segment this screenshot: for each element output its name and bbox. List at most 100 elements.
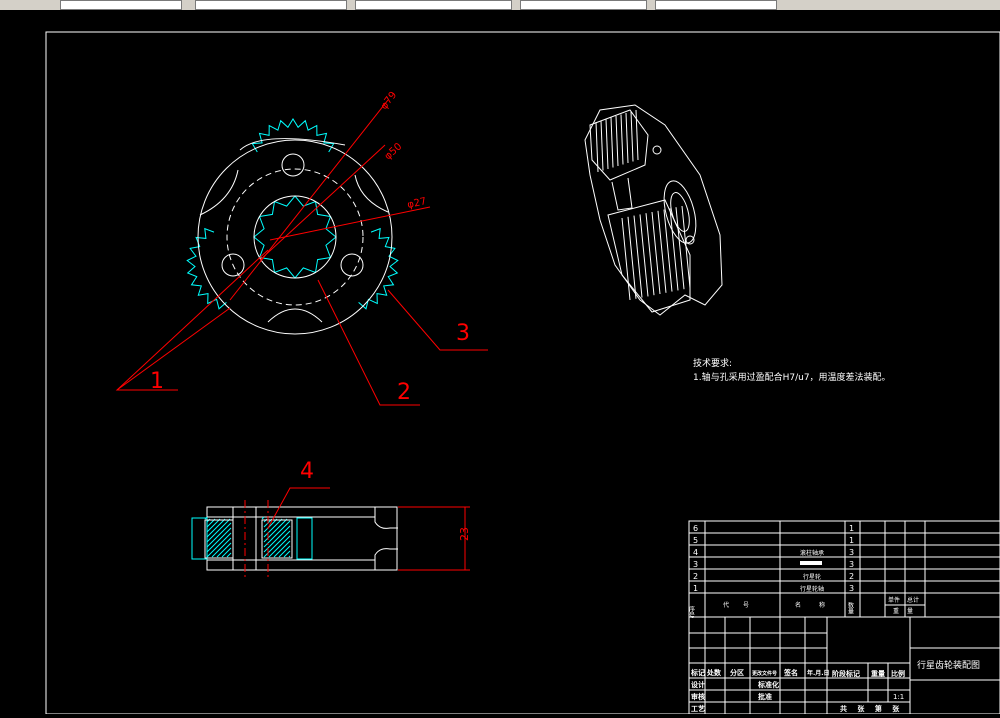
dim-label-d27: φ27 bbox=[406, 196, 427, 211]
side-body bbox=[206, 506, 398, 571]
carrier-recess-bottom bbox=[267, 308, 323, 323]
bom-row-1-name: 行星轮轴 bbox=[800, 585, 824, 593]
bom-row-6-no: 6 bbox=[693, 524, 698, 533]
iso-hole-1 bbox=[652, 145, 662, 155]
bom-row-2-no: 2 bbox=[693, 572, 698, 581]
hatch-line bbox=[206, 518, 226, 538]
iso-stripe bbox=[639, 214, 649, 297]
front-view: φ79 φ50 φ27 1 2 3 bbox=[115, 90, 488, 406]
iso-stripe bbox=[625, 112, 629, 164]
iso-connector bbox=[611, 177, 633, 211]
hatch-line bbox=[206, 522, 232, 548]
tb-sign: 签名 bbox=[783, 668, 798, 677]
drawing-canvas[interactable]: φ79 φ50 φ27 1 2 3 技术要求: 1.轴与孔采用过盈配合H7/u7… bbox=[0, 10, 1000, 715]
dim-line-d50 bbox=[259, 144, 386, 261]
gear-tooth-arc bbox=[251, 118, 335, 153]
bom-row-6-qty: 1 bbox=[849, 524, 854, 533]
bom-row-5-no: 5 bbox=[693, 536, 698, 545]
tb-craft: 工艺 bbox=[691, 704, 705, 713]
hatch-line bbox=[206, 532, 232, 558]
iso-stripe bbox=[630, 111, 634, 162]
toolbar-field-1[interactable] bbox=[60, 0, 182, 10]
bom-row-1-qty: 3 bbox=[849, 584, 854, 593]
iso-stripe bbox=[605, 118, 609, 170]
bom-row-3-qty: 3 bbox=[849, 560, 854, 569]
center-bore-circle bbox=[253, 195, 337, 279]
dim-label-d79: φ79 bbox=[379, 90, 400, 112]
iso-stripe bbox=[657, 210, 667, 293]
isometric-view bbox=[584, 104, 723, 316]
toolbar-field-2[interactable] bbox=[195, 0, 347, 10]
iso-body-outline bbox=[584, 104, 723, 316]
balloon-3: 3 bbox=[456, 321, 470, 346]
leader-4 bbox=[267, 487, 330, 529]
iso-lower-gear bbox=[607, 199, 691, 313]
bom-header-weight: 重量 bbox=[893, 607, 921, 615]
dim-line-d27 bbox=[269, 206, 431, 241]
drawing-svg: φ79 φ50 φ27 1 2 3 技术要求: 1.轴与孔采用过盈配合H7/u7… bbox=[45, 31, 1000, 715]
leader-3 bbox=[387, 289, 488, 351]
bom-row-5-qty: 1 bbox=[849, 536, 854, 545]
tb-approve: 批准 bbox=[758, 692, 772, 701]
iso-stripe bbox=[621, 217, 631, 301]
hatch-line bbox=[206, 518, 231, 543]
pitch-circle-dashed bbox=[226, 168, 364, 306]
tb-scale: 比例 bbox=[891, 669, 905, 678]
drawing-title: 行星齿轮装配图 bbox=[917, 659, 980, 671]
tb-count: 处数 bbox=[706, 668, 722, 677]
iso-stripe bbox=[645, 213, 655, 296]
bom-row-4-name: 滚柱轴承 bbox=[800, 549, 824, 557]
hatch-line bbox=[226, 552, 232, 558]
hatch-line bbox=[283, 550, 291, 558]
carrier-recess-right bbox=[354, 174, 389, 213]
dim-label-23: 23 bbox=[458, 527, 471, 541]
balloon-1: 1 bbox=[150, 369, 164, 394]
iso-stripe bbox=[651, 211, 661, 295]
hatch-line bbox=[221, 547, 232, 558]
bom-row-4-qty: 3 bbox=[849, 548, 854, 557]
bom-header-name: 名称 bbox=[795, 601, 843, 609]
section-hatch bbox=[204, 516, 291, 558]
hatch-line bbox=[263, 518, 283, 538]
tech-req-title: 技术要求: bbox=[693, 357, 732, 369]
toolbar-field-5[interactable] bbox=[655, 0, 777, 10]
planet-hole-top bbox=[281, 153, 305, 177]
balloon-2: 2 bbox=[397, 380, 411, 405]
bom-row-3-name-bar bbox=[800, 561, 822, 565]
tb-scale-value: 1:1 bbox=[893, 693, 904, 701]
gear-tooth-arc bbox=[186, 227, 227, 310]
hatch-line bbox=[278, 545, 291, 558]
tb-docno: 更改文件号 bbox=[752, 670, 777, 677]
bom-row-2-name: 行星轮 bbox=[803, 573, 821, 581]
tb-std: 标准化 bbox=[757, 680, 779, 689]
hatch-line bbox=[211, 537, 232, 558]
iso-stripe bbox=[610, 117, 614, 168]
balloon-4: 4 bbox=[300, 459, 314, 484]
tb-review: 审核 bbox=[691, 692, 705, 701]
bom-header-qty: 数量 bbox=[847, 601, 854, 615]
iso-stripe bbox=[627, 216, 637, 299]
bom-header-code: 代号 bbox=[723, 601, 763, 609]
side-gear-right bbox=[296, 517, 313, 560]
bom-header-unit: 单件 bbox=[888, 596, 900, 604]
toolbar-field-4[interactable] bbox=[520, 0, 647, 10]
toolbar-field-3[interactable] bbox=[355, 0, 512, 10]
title-block-text: 标记 处数 分区 更改文件号 签名 年.月.日 阶段标记 重量 比例 设计 标准… bbox=[690, 659, 980, 713]
hatch-line bbox=[263, 518, 288, 543]
side-right-end bbox=[374, 507, 398, 570]
leader-1b bbox=[116, 307, 231, 391]
gear-teeth bbox=[186, 118, 399, 310]
bom-row-1-no: 1 bbox=[693, 584, 698, 593]
tb-weight: 重量 bbox=[871, 669, 885, 678]
iso-upper-gear bbox=[589, 109, 649, 181]
iso-stripe bbox=[635, 109, 639, 161]
planet-hole-right bbox=[340, 253, 364, 277]
tb-sheets: 共 张 第 张 bbox=[840, 704, 903, 713]
iso-stripe bbox=[675, 207, 685, 290]
tb-mark: 标记 bbox=[690, 668, 705, 677]
bom-header-total: 总计 bbox=[907, 596, 919, 604]
tech-req-line1: 1.轴与孔采用过盈配合H7/u7，用温度差法装配。 bbox=[693, 371, 891, 383]
side-view: 23 4 bbox=[191, 459, 471, 578]
iso-stripe bbox=[600, 120, 604, 171]
iso-gear-stripes bbox=[595, 109, 691, 301]
